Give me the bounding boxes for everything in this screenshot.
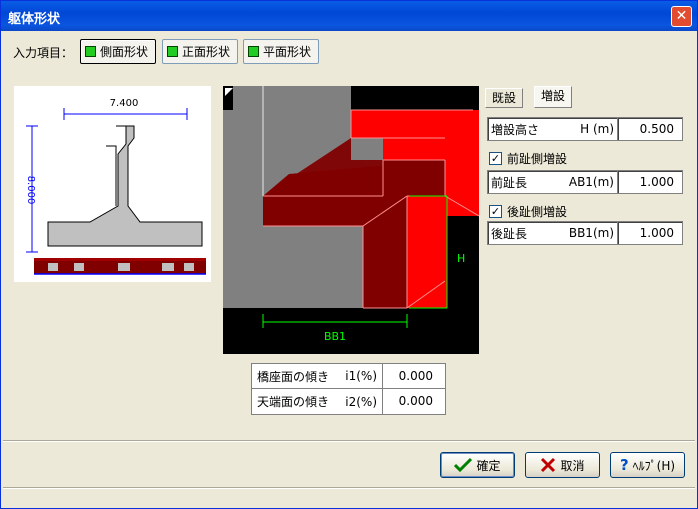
field-front-toe-length: 前趾長 AB1(m) 1.000 — [487, 170, 683, 194]
button-label: 確定 — [476, 458, 501, 473]
angle-row-bridge-seat: 橋座面の傾き i1(%) 0.000 — [251, 363, 446, 389]
green-square-icon — [85, 46, 96, 57]
checkmark-icon — [454, 457, 473, 473]
tab-label: 側面形状 — [100, 45, 149, 59]
field-label: 前趾長 AB1(m) — [487, 170, 617, 194]
button-label: 取消 — [560, 458, 585, 473]
checkbox-label: 後趾側増設 — [507, 205, 568, 219]
i2-input[interactable]: 0.000 — [382, 389, 446, 415]
rear-extension-checkbox-row[interactable]: ✓ 後趾側増設 — [489, 203, 567, 220]
tab-front-shape[interactable]: 正面形状 — [162, 39, 238, 64]
help-button[interactable]: ? ﾍﾙﾌﾟ(H) — [610, 452, 685, 478]
abutment-preview: 7.400 8.000 — [14, 86, 211, 282]
field-label: 増設高さ H (m) — [487, 117, 617, 141]
green-square-icon — [248, 46, 259, 57]
height-input[interactable]: 0.500 — [617, 117, 683, 141]
label-text: 橋座面の傾き — [257, 369, 330, 384]
extension-diagram-svg: H BB1 — [223, 86, 480, 354]
label-text: 後趾長 — [491, 226, 528, 241]
subtab-existing[interactable]: 既設 — [485, 88, 524, 108]
bb1-input[interactable]: 1.000 — [617, 221, 683, 245]
separator — [3, 440, 695, 442]
ab1-input[interactable]: 1.000 — [617, 170, 683, 194]
dialog-window: 躯体形状 ✕ 入力項目： 側面形状 正面形状 平面形状 7.400 8.000 — [0, 0, 698, 509]
field-label: 後趾長 BB1(m) — [487, 221, 617, 245]
title-bar[interactable]: 躯体形状 ✕ — [1, 1, 697, 31]
h-label: H — [457, 252, 465, 265]
subtab-label: 既設 — [492, 91, 517, 105]
front-extension-checkbox-row[interactable]: ✓ 前趾側増設 — [489, 150, 567, 167]
abutment-preview-svg: 7.400 8.000 — [25, 98, 206, 275]
cancel-button[interactable]: 取消 — [525, 452, 600, 478]
tab-label: 平面形状 — [263, 45, 312, 59]
input-items-label: 入力項目： — [13, 46, 74, 60]
button-label: ﾍﾙﾌﾟ(H) — [632, 458, 676, 473]
question-icon: ? — [619, 456, 629, 474]
label-text: 天端面の傾き — [257, 395, 330, 409]
front-extension-checkbox[interactable]: ✓ — [489, 152, 502, 165]
unit-text: BB1(m) — [568, 226, 614, 240]
unit-text: AB1(m) — [568, 175, 614, 189]
window-title: 躯体形状 — [8, 12, 61, 27]
subtab-label: 増設 — [541, 89, 566, 103]
label-text: 増設高さ — [491, 122, 540, 137]
unit-text: H (m) — [580, 122, 614, 136]
tab-side-shape[interactable]: 側面形状 — [80, 39, 156, 64]
width-dimension: 7.400 — [110, 98, 139, 109]
tab-plan-shape[interactable]: 平面形状 — [243, 39, 319, 64]
i1-input[interactable]: 0.000 — [382, 363, 446, 389]
rear-extension-checkbox[interactable]: ✓ — [489, 205, 502, 218]
label-text: 前趾長 — [491, 175, 528, 190]
unit-text: i2(%) — [345, 394, 377, 409]
ok-button[interactable]: 確定 — [440, 452, 515, 478]
angle-row-top-surface: 天端面の傾き i2(%) 0.000 — [251, 389, 446, 415]
tab-label: 正面形状 — [182, 45, 231, 59]
field-rear-toe-length: 後趾長 BB1(m) 1.000 — [487, 221, 683, 245]
height-dimension: 8.000 — [25, 176, 36, 205]
status-bar — [3, 487, 695, 507]
checkbox-label: 前趾側増設 — [507, 152, 568, 166]
angle-label: 天端面の傾き i2(%) — [251, 389, 382, 415]
x-icon — [541, 457, 556, 473]
extension-diagram: H BB1 — [223, 86, 480, 354]
angle-table: 橋座面の傾き i1(%) 0.000 天端面の傾き i2(%) 0.000 — [251, 363, 446, 415]
field-extension-height: 増設高さ H (m) 0.500 — [487, 117, 683, 141]
close-button[interactable]: ✕ — [671, 6, 692, 27]
unit-text: i1(%) — [345, 369, 377, 383]
close-icon: ✕ — [675, 8, 688, 24]
angle-label: 橋座面の傾き i1(%) — [251, 363, 382, 389]
green-square-icon — [167, 46, 178, 57]
subtab-extension[interactable]: 増設 — [534, 86, 573, 108]
bb1-label: BB1 — [324, 330, 346, 343]
